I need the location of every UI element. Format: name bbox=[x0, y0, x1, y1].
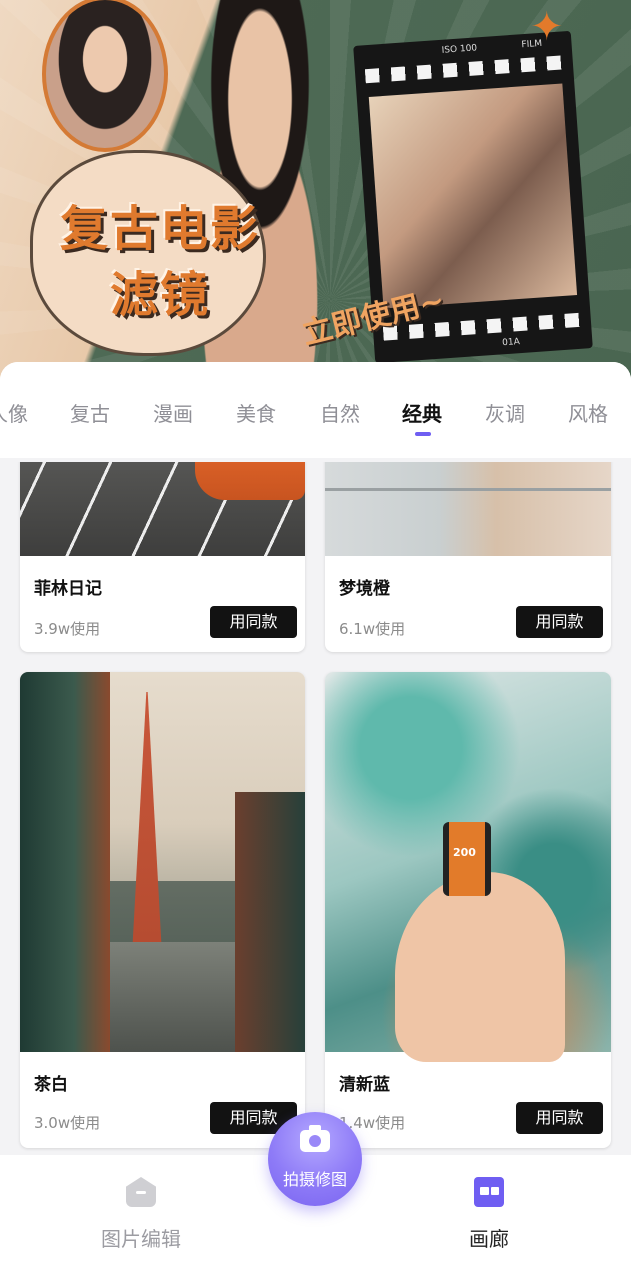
filter-usage-count: 3.9w使用 bbox=[34, 620, 101, 638]
filter-name: 菲林日记 bbox=[34, 579, 102, 599]
preview-film-roll: 200 bbox=[443, 822, 491, 896]
tab-portrait[interactable]: 人像 bbox=[0, 398, 28, 427]
tab-nature[interactable]: 自然 bbox=[320, 398, 360, 427]
tab-style[interactable]: 风格 bbox=[568, 398, 608, 427]
filter-usage-count: 3.0w使用 bbox=[34, 1114, 101, 1132]
filter-name: 梦境橙 bbox=[339, 579, 390, 599]
film-frame-label: 01A bbox=[501, 337, 521, 349]
banner-portrait-oval bbox=[42, 0, 168, 152]
preview-buildings-left bbox=[20, 672, 110, 1052]
filter-card[interactable]: 梦境橙 6.1w使用 用同款 bbox=[325, 440, 611, 652]
photo-edit-icon bbox=[126, 1177, 156, 1207]
filter-preview-image: 200 bbox=[325, 672, 611, 1062]
film-holes-top bbox=[364, 55, 564, 84]
film-photo bbox=[368, 83, 578, 309]
tab-classic[interactable]: 经典 bbox=[402, 398, 442, 427]
filter-card[interactable]: 菲林日记 3.9w使用 用同款 bbox=[20, 440, 305, 652]
spark-icon: ✦ bbox=[530, 4, 564, 50]
banner-title: 复古电影 滤镜 bbox=[40, 196, 280, 328]
nav-gallery-label: 画廊 bbox=[469, 1227, 509, 1251]
film-roll-number: 200 bbox=[453, 846, 476, 859]
use-same-button[interactable]: 用同款 bbox=[516, 1102, 603, 1134]
use-same-button[interactable]: 用同款 bbox=[210, 606, 297, 638]
use-same-button[interactable]: 用同款 bbox=[516, 606, 603, 638]
tab-gray-tone[interactable]: 灰调 bbox=[485, 398, 525, 427]
capture-edit-button[interactable]: 拍摄修图 bbox=[268, 1112, 362, 1206]
tabs-bar: 人像 复古 漫画 美食 自然 经典 灰调 风格 bbox=[0, 362, 631, 458]
nav-photo-edit[interactable]: 图片编辑 bbox=[41, 1155, 241, 1280]
nav-gallery[interactable]: 画廊 bbox=[389, 1155, 589, 1280]
filter-card[interactable]: 茶白 3.0w使用 用同款 bbox=[20, 672, 305, 1148]
filter-preview-image bbox=[20, 672, 305, 1052]
preview-hand bbox=[395, 872, 565, 1062]
capture-label: 拍摄修图 bbox=[282, 1170, 347, 1189]
preview-railing bbox=[325, 488, 611, 491]
preview-street bbox=[110, 942, 235, 1052]
banner-title-line2: 滤镜 bbox=[109, 267, 210, 323]
filter-name: 茶白 bbox=[34, 1075, 68, 1095]
tab-active-indicator bbox=[415, 432, 431, 436]
camera-icon bbox=[300, 1125, 330, 1152]
filter-name: 清新蓝 bbox=[339, 1075, 390, 1095]
tab-food[interactable]: 美食 bbox=[236, 398, 276, 427]
filter-usage-count: 6.1w使用 bbox=[339, 620, 406, 638]
nav-photo-edit-label: 图片编辑 bbox=[101, 1227, 181, 1251]
preview-buildings-right bbox=[235, 792, 305, 1052]
gallery-icon bbox=[474, 1177, 504, 1207]
banner-title-line1: 复古电影 bbox=[59, 201, 260, 257]
filter-card[interactable]: 200 清新蓝 1.4w使用 用同款 bbox=[325, 672, 611, 1148]
hero-banner[interactable]: 复古电影 滤镜 ISO 100 FILM 01A 立即使用~ ✦ bbox=[0, 0, 631, 380]
tabs-gap bbox=[0, 458, 631, 462]
tab-retro[interactable]: 复古 bbox=[70, 398, 110, 427]
film-iso-label: ISO 100 bbox=[441, 43, 478, 56]
tab-comic[interactable]: 漫画 bbox=[153, 398, 193, 427]
